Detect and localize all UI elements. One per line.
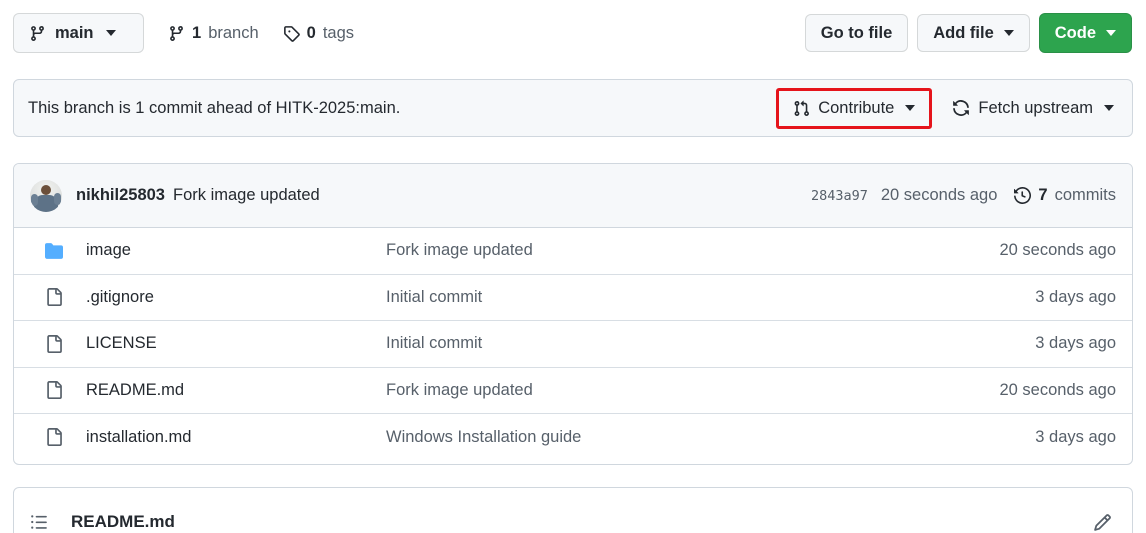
commit-author-link[interactable]: nikhil25803: [76, 186, 165, 205]
file-name-link[interactable]: installation.md: [86, 428, 386, 447]
tags-count: 0: [306, 23, 316, 42]
repo-toolbar: main 1 branch 0 tags Go to file Add file…: [0, 0, 1146, 66]
branches-count: 1: [192, 23, 202, 42]
file-name-link[interactable]: image: [86, 241, 386, 260]
file-table-card: nikhil25803 Fork image updated 2843a97 2…: [13, 163, 1133, 465]
go-to-file-label: Go to file: [820, 23, 893, 42]
branch-selector-label: main: [55, 23, 94, 42]
file-commit-message[interactable]: Initial commit: [386, 334, 1035, 353]
chevron-down-icon: [105, 30, 116, 36]
file-icon: [45, 381, 63, 400]
folder-icon: [45, 242, 63, 260]
code-label: Code: [1054, 23, 1096, 42]
chevron-down-icon: [1106, 30, 1116, 36]
tags-count-link[interactable]: 0 tags: [283, 24, 354, 43]
file-commit-date: 20 seconds ago: [999, 380, 1116, 399]
chevron-down-icon: [905, 105, 916, 111]
edit-pencil-icon[interactable]: [1089, 509, 1116, 533]
readme-card: README.md: [13, 487, 1133, 533]
commit-date: 20 seconds ago: [880, 186, 998, 204]
commits-count-label: commits: [1054, 186, 1116, 204]
git-pull-request-icon: [793, 100, 810, 117]
file-commit-message[interactable]: Windows Installation guide: [386, 428, 1035, 447]
file-commit-message[interactable]: Initial commit: [386, 288, 1035, 307]
table-row[interactable]: LICENSE Initial commit 3 days ago: [14, 321, 1132, 368]
avatar: [30, 179, 62, 212]
file-name-link[interactable]: README.md: [86, 381, 386, 400]
contribute-label: Contribute: [818, 98, 895, 117]
file-list: image Fork image updated 20 seconds ago .gi…: [14, 228, 1132, 461]
banner-actions: Contribute Fetch upstream: [776, 87, 1118, 129]
code-button[interactable]: Code: [1038, 13, 1132, 53]
chevron-down-icon: [1104, 105, 1114, 111]
file-icon: [45, 334, 63, 353]
readme-title: README.md: [71, 512, 175, 531]
go-to-file-button[interactable]: Go to file: [804, 14, 909, 52]
table-row[interactable]: installation.md Windows Installation guid…: [14, 414, 1132, 461]
file-icon: [45, 288, 63, 307]
list-unordered-icon[interactable]: [30, 513, 48, 531]
branches-label: branch: [208, 23, 259, 42]
table-row[interactable]: README.md Fork image updated 20 seconds ag…: [14, 368, 1132, 414]
contribute-highlight-box: Contribute: [776, 87, 933, 129]
add-file-label: Add file: [933, 23, 994, 42]
chevron-down-icon: [1003, 30, 1014, 36]
table-row[interactable]: .gitignore Initial commit 3 days ago: [14, 275, 1132, 321]
file-commit-message[interactable]: Fork image updated: [386, 241, 999, 260]
fetch-upstream-button[interactable]: Fetch upstream: [948, 94, 1118, 123]
file-commit-date: 3 days ago: [1035, 334, 1116, 353]
file-commit-date: 3 days ago: [1035, 287, 1116, 306]
latest-commit-header: nikhil25803 Fork image updated 2843a97 2…: [14, 164, 1132, 228]
history-clock-icon: [1014, 187, 1032, 204]
table-row[interactable]: image Fork image updated 20 seconds ago: [14, 228, 1132, 275]
add-file-button[interactable]: Add file: [917, 14, 1030, 52]
branch-selector-button[interactable]: main: [13, 13, 144, 53]
tags-label: tags: [322, 23, 355, 42]
fetch-upstream-label: Fetch upstream: [978, 98, 1093, 117]
commit-message-link[interactable]: Fork image updated: [173, 186, 320, 205]
commits-count-value: 7: [1038, 186, 1048, 204]
file-name-link[interactable]: LICENSE: [86, 334, 386, 353]
branches-count-link[interactable]: 1 branch: [168, 24, 259, 43]
toolbar-right-group: Go to file Add file Code: [804, 13, 1146, 53]
file-name-link[interactable]: .gitignore: [86, 288, 386, 307]
sync-icon: [952, 99, 970, 117]
branch-status-banner: This branch is 1 commit ahead of HITK-20…: [13, 79, 1133, 137]
file-commit-date: 3 days ago: [1035, 427, 1116, 446]
file-icon: [45, 428, 63, 447]
commits-count-link[interactable]: 7 commits: [1014, 186, 1116, 205]
commit-sha-link[interactable]: 2843a97: [811, 188, 868, 204]
contribute-button[interactable]: Contribute: [789, 94, 919, 123]
tag-icon: [283, 25, 300, 42]
repository-page: main 1 branch 0 tags Go to file Add file…: [0, 0, 1146, 533]
file-commit-date: 20 seconds ago: [999, 241, 1116, 260]
commit-meta-group: 2843a97 20 seconds ago 7 commits: [811, 186, 1116, 205]
git-branch-icon: [168, 25, 185, 42]
branch-status-text: This branch is 1 commit ahead of HITK-20…: [28, 98, 401, 117]
git-branch-icon: [29, 25, 46, 42]
toolbar-left-group: main 1 branch 0 tags: [0, 13, 354, 53]
file-commit-message[interactable]: Fork image updated: [386, 381, 999, 400]
